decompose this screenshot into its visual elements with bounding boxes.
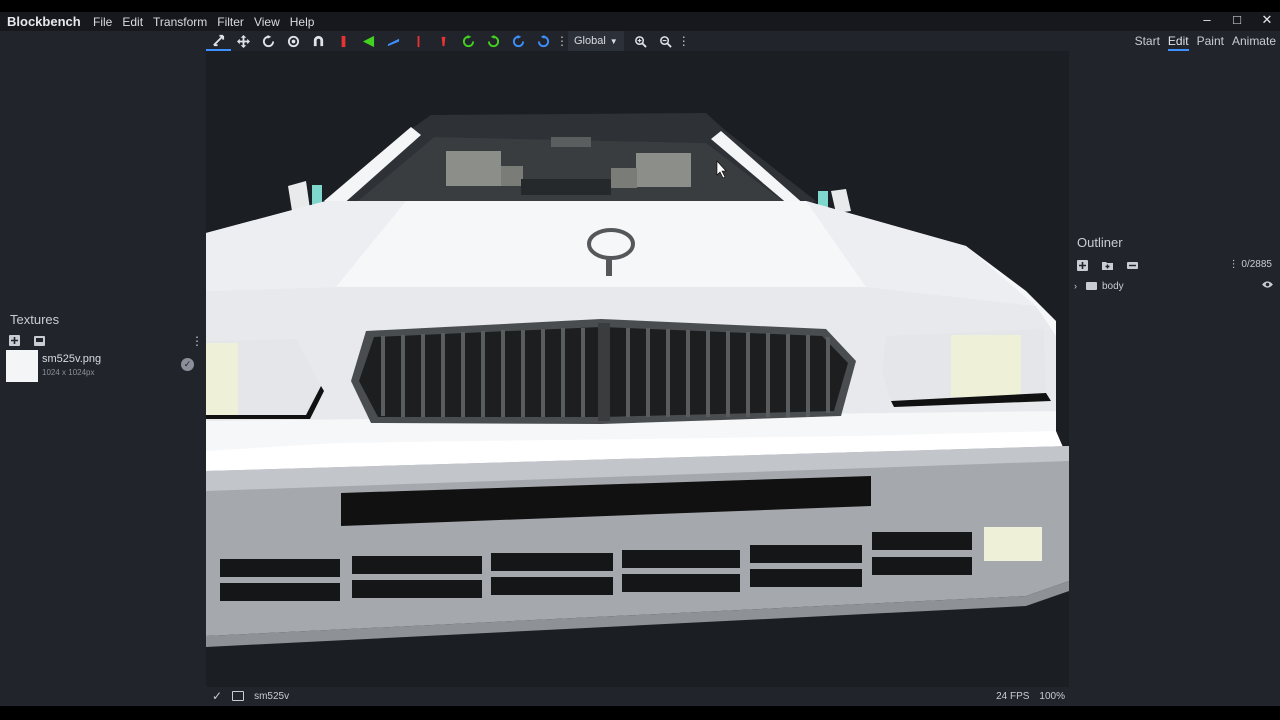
outliner-group-body[interactable]: › body bbox=[1074, 278, 1274, 294]
move-tool-button[interactable] bbox=[206, 31, 231, 51]
left-sidebar: Textures ⋮ sm525v.png 1024 x 1024px ✓ bbox=[0, 51, 206, 701]
texture-thumbnail bbox=[6, 350, 38, 382]
status-left: ✓ sm525v bbox=[212, 689, 289, 703]
textures-toolbar bbox=[8, 334, 46, 347]
texture-size: 1024 x 1024px bbox=[42, 368, 95, 377]
move-z-icon bbox=[387, 38, 400, 46]
move-x-icon bbox=[341, 35, 346, 47]
menu-edit[interactable]: Edit bbox=[122, 15, 143, 29]
import-texture-icon[interactable] bbox=[8, 334, 21, 347]
vertex-snap-icon bbox=[313, 35, 324, 46]
menu-help[interactable]: Help bbox=[290, 15, 315, 29]
rotate-x-button[interactable] bbox=[406, 31, 431, 51]
zoom-in-icon bbox=[634, 35, 647, 48]
vertex-snap-button[interactable] bbox=[306, 31, 331, 51]
menu-transform[interactable]: Transform bbox=[153, 15, 207, 29]
tab-paint[interactable]: Paint bbox=[1197, 34, 1224, 51]
texture-applied-icon[interactable]: ✓ bbox=[181, 358, 194, 371]
maximize-icon[interactable]: □ bbox=[1230, 13, 1244, 27]
outliner-more-icon[interactable]: ⋮ bbox=[1229, 259, 1239, 270]
rotate-z2-button[interactable] bbox=[531, 31, 556, 51]
tab-edit[interactable]: Edit bbox=[1167, 34, 1189, 51]
visibility-eye-icon[interactable] bbox=[1261, 280, 1274, 289]
rotate-z-icon bbox=[512, 34, 525, 47]
monitor-icon[interactable] bbox=[232, 691, 245, 701]
minimize-icon[interactable]: – bbox=[1200, 13, 1214, 27]
space-select[interactable]: Global ▼ bbox=[568, 31, 624, 51]
rotate-x2-icon bbox=[441, 36, 446, 46]
tool-toolbar: ⋮ Global ▼ ⋮ bbox=[206, 31, 690, 51]
title-bar: Blockbench File Edit Transform Filter Vi… bbox=[0, 12, 1280, 31]
3d-viewport[interactable] bbox=[206, 51, 1069, 687]
textures-more-icon[interactable]: ⋮ bbox=[191, 334, 203, 348]
rotate-y2-button[interactable] bbox=[481, 31, 506, 51]
texture-name: sm525v.png bbox=[42, 353, 102, 365]
rotate-tool-icon bbox=[262, 34, 275, 47]
textures-panel-title: Textures bbox=[10, 312, 60, 327]
toolbar-more-icon[interactable]: ⋮ bbox=[556, 31, 568, 51]
pivot-move-button[interactable] bbox=[231, 31, 256, 51]
rotate-y-icon bbox=[462, 34, 475, 47]
menu-bar: File Edit Transform Filter View Help bbox=[93, 15, 324, 29]
rotate-x-icon bbox=[417, 35, 420, 47]
rotate-y2-icon bbox=[487, 34, 500, 47]
zoom-out-icon bbox=[659, 35, 672, 48]
space-select-value: Global bbox=[574, 35, 606, 47]
status-right: 24 FPS 100% bbox=[996, 691, 1065, 702]
chevron-right-icon[interactable]: › bbox=[1074, 281, 1086, 291]
window-controls: – □ ✕ bbox=[1200, 13, 1274, 27]
menu-file[interactable]: File bbox=[93, 15, 112, 29]
zoom-in-button[interactable] bbox=[628, 31, 653, 51]
close-icon[interactable]: ✕ bbox=[1260, 13, 1274, 27]
outliner-panel-title: Outliner bbox=[1077, 235, 1123, 250]
rotate-z2-icon bbox=[537, 34, 550, 47]
menu-filter[interactable]: Filter bbox=[217, 15, 244, 29]
chevron-down-icon: ▼ bbox=[609, 36, 618, 46]
create-texture-icon[interactable] bbox=[33, 334, 46, 347]
car-model-render bbox=[206, 113, 1069, 647]
check-icon[interactable]: ✓ bbox=[212, 689, 222, 703]
add-group-icon[interactable] bbox=[1101, 259, 1114, 272]
zoom-level: 100% bbox=[1039, 691, 1065, 702]
move-tool-icon bbox=[213, 34, 225, 46]
pivot-tool-button[interactable] bbox=[281, 31, 306, 51]
texture-item[interactable]: sm525v.png 1024 x 1024px ✓ bbox=[6, 350, 202, 384]
add-cube-icon[interactable] bbox=[1076, 259, 1089, 272]
blockbench-window: Blockbench File Edit Transform Filter Vi… bbox=[0, 12, 1280, 706]
move-y-button[interactable] bbox=[356, 31, 381, 51]
rotate-y-button[interactable] bbox=[456, 31, 481, 51]
tab-start[interactable]: Start bbox=[1135, 34, 1160, 51]
menu-view[interactable]: View bbox=[254, 15, 280, 29]
mode-tabs: Start Edit Paint Animate bbox=[1127, 34, 1276, 51]
move-z-button[interactable] bbox=[381, 31, 406, 51]
toolbar-more-icon-2[interactable]: ⋮ bbox=[678, 31, 690, 51]
pivot-tool-icon bbox=[287, 35, 300, 47]
outliner-count: ⋮ 0/2885 bbox=[1229, 259, 1272, 270]
rotate-x2-button[interactable] bbox=[431, 31, 456, 51]
fps-counter: 24 FPS bbox=[996, 691, 1030, 702]
app-title: Blockbench bbox=[7, 14, 81, 29]
move-y-icon bbox=[362, 35, 375, 47]
folder-icon bbox=[1086, 282, 1097, 290]
status-bar: ✓ sm525v 24 FPS 100% bbox=[206, 687, 1069, 706]
move-x-button[interactable] bbox=[331, 31, 356, 51]
right-sidebar: Outliner ⋮ 0/2885 › body bbox=[1069, 51, 1280, 701]
outliner-toolbar bbox=[1076, 259, 1139, 272]
zoom-out-button[interactable] bbox=[653, 31, 678, 51]
model-name: sm525v bbox=[254, 690, 290, 702]
group-name: body bbox=[1102, 280, 1124, 292]
collapse-all-icon[interactable] bbox=[1126, 259, 1139, 272]
rotate-z-button[interactable] bbox=[506, 31, 531, 51]
pivot-move-icon bbox=[237, 34, 250, 48]
element-count: 0/2885 bbox=[1241, 259, 1272, 270]
rotate-tool-button[interactable] bbox=[256, 31, 281, 51]
tab-animate[interactable]: Animate bbox=[1232, 34, 1276, 51]
